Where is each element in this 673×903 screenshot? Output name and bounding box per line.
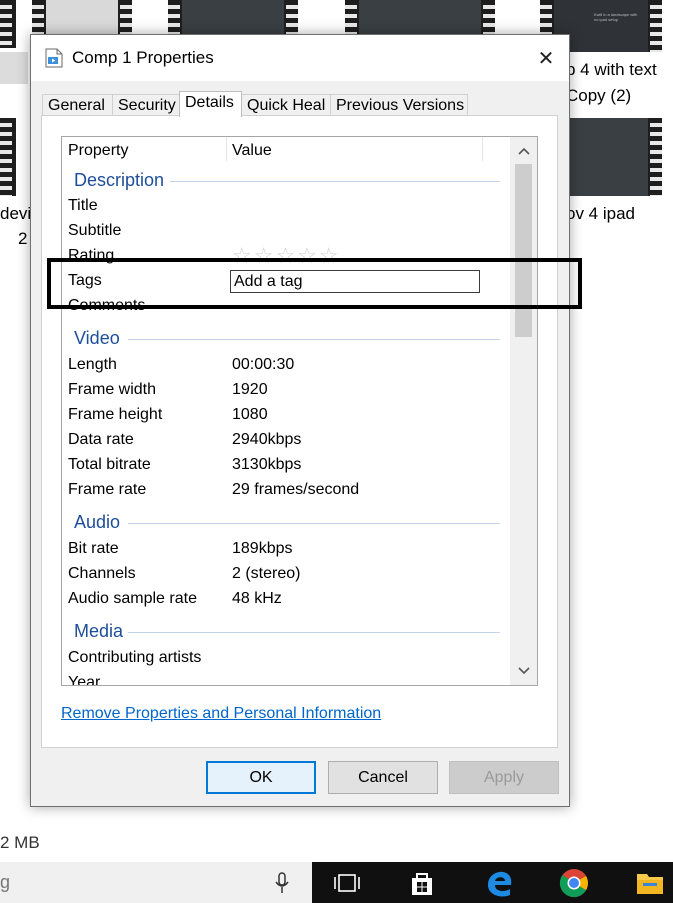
column-header-value[interactable]: Value	[232, 142, 272, 160]
group-header-video: Video	[74, 328, 120, 348]
task-view-icon[interactable]	[325, 862, 369, 903]
scrollbar-thumb[interactable]	[515, 164, 532, 337]
properties-dialog: Comp 1 Properties ✕ General Security Det…	[30, 34, 570, 807]
file-explorer-icon[interactable]	[628, 862, 672, 903]
property-name: Year	[68, 674, 101, 686]
details-panel: Property Value Description Title Subtitl…	[41, 115, 558, 748]
property-value: 2 (stereo)	[232, 565, 301, 582]
search-text: g	[0, 872, 11, 892]
file-name-label[interactable]: 2	[18, 227, 27, 251]
property-value: 3130kbps	[232, 456, 302, 473]
property-value: 48 kHz	[232, 590, 282, 607]
property-value: 1920	[232, 381, 268, 398]
store-icon[interactable]	[400, 862, 444, 903]
taskbar: g	[0, 862, 673, 903]
file-name-label[interactable]: ov 4 ipad	[566, 202, 635, 226]
chrome-icon[interactable]	[552, 862, 596, 903]
close-icon: ✕	[537, 47, 555, 70]
property-name: Rating	[68, 247, 115, 264]
property-name: Channels	[68, 565, 136, 582]
group-divider	[128, 339, 500, 340]
column-header-property[interactable]: Property	[68, 142, 128, 160]
property-name: Title	[68, 197, 98, 214]
property-value: 189kbps	[232, 540, 293, 557]
selected-item-edge	[0, 52, 28, 84]
property-name: Frame width	[68, 381, 157, 398]
column-divider[interactable]	[482, 137, 483, 161]
property-name: Bit rate	[68, 540, 119, 557]
property-value: 29 frames/second	[232, 481, 360, 498]
video-thumbnail[interactable]	[0, 0, 16, 48]
remove-properties-link[interactable]: Remove Properties and Personal Informati…	[61, 705, 381, 723]
property-value: 00:00:30	[232, 356, 295, 373]
vertical-scrollbar[interactable]	[510, 137, 537, 685]
property-name: Length	[68, 356, 117, 373]
file-name-label[interactable]: devi	[0, 202, 31, 226]
tab-previous-versions[interactable]: Previous Versions	[330, 94, 468, 116]
file-name-label[interactable]: p 4 with text	[566, 58, 657, 82]
video-file-icon	[45, 48, 63, 68]
group-header-audio: Audio	[74, 512, 121, 532]
chevron-down-icon	[517, 667, 530, 675]
close-button[interactable]: ✕	[529, 41, 563, 75]
group-header-media: Media	[74, 621, 124, 641]
property-value: 1080	[232, 406, 268, 423]
rating-stars[interactable]: ☆☆☆☆☆	[232, 245, 341, 267]
file-name-label[interactable]: Copy (2)	[566, 84, 631, 108]
column-divider[interactable]	[226, 137, 227, 161]
taskbar-search-box[interactable]: g	[0, 862, 312, 903]
property-name: Frame rate	[68, 481, 147, 498]
video-thumbnail[interactable]	[560, 118, 662, 196]
property-name: Data rate	[68, 431, 134, 448]
apply-button[interactable]: Apply	[449, 761, 559, 794]
tab-security[interactable]: Security	[112, 94, 180, 116]
status-size-label: 2 MB	[0, 833, 40, 852]
property-value: 2940kbps	[232, 431, 302, 448]
cancel-button[interactable]: Cancel	[328, 761, 438, 794]
dialog-title: Comp 1 Properties	[72, 48, 214, 67]
thumbnail-caption: Kwill in a landscape with no ipad setup	[594, 12, 638, 22]
tags-input[interactable]: Add a tag	[230, 270, 480, 293]
scroll-up-button[interactable]	[510, 141, 537, 161]
video-thumbnail[interactable]	[0, 118, 16, 196]
list-header: Property Value	[62, 137, 508, 166]
tab-general[interactable]: General	[42, 94, 113, 116]
scroll-down-button[interactable]	[510, 661, 537, 681]
property-name: Frame height	[68, 406, 163, 423]
chevron-up-icon	[517, 147, 530, 155]
edge-icon[interactable]	[477, 862, 521, 903]
group-divider	[170, 181, 500, 182]
property-name: Subtitle	[68, 222, 122, 239]
property-name: Contributing artists	[68, 649, 202, 666]
property-name: Total bitrate	[68, 456, 151, 473]
tab-details[interactable]: Details	[179, 91, 242, 117]
title-bar[interactable]: Comp 1 Properties ✕	[31, 35, 569, 81]
group-divider	[128, 523, 500, 524]
property-name: Audio sample rate	[68, 590, 197, 607]
microphone-icon[interactable]	[268, 862, 296, 903]
group-header-description: Description	[74, 170, 165, 190]
property-name: Tags	[68, 272, 102, 289]
property-name: Comments	[68, 297, 146, 314]
ok-button[interactable]: OK	[206, 761, 316, 794]
group-divider	[128, 632, 500, 633]
property-list[interactable]: Property Value Description Title Subtitl…	[61, 136, 538, 686]
tab-quick-heal[interactable]: Quick Heal	[241, 94, 331, 116]
